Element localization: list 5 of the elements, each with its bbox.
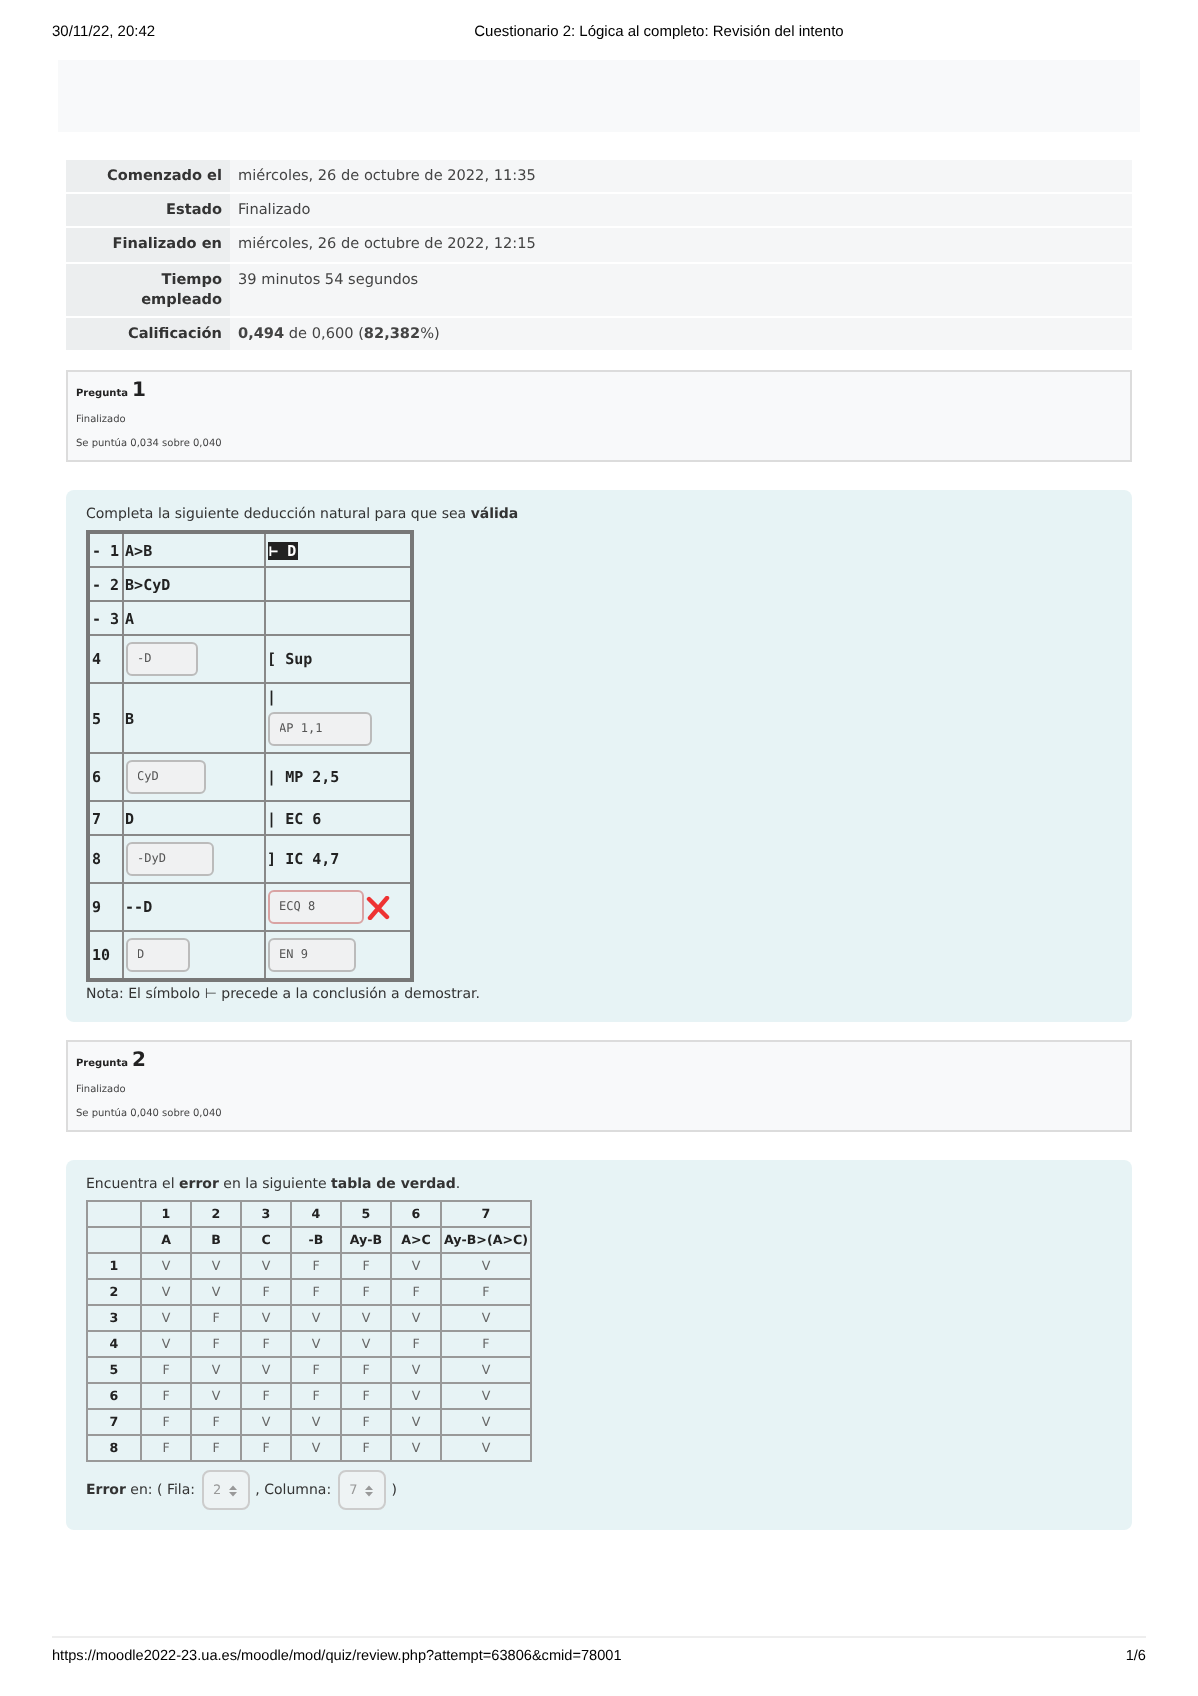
cross-icon bbox=[365, 895, 390, 920]
spinner-icon bbox=[363, 1483, 374, 1498]
question-number: 1 bbox=[131, 380, 146, 403]
spinner-icon bbox=[227, 1483, 238, 1498]
question-number: 2 bbox=[131, 1050, 146, 1073]
